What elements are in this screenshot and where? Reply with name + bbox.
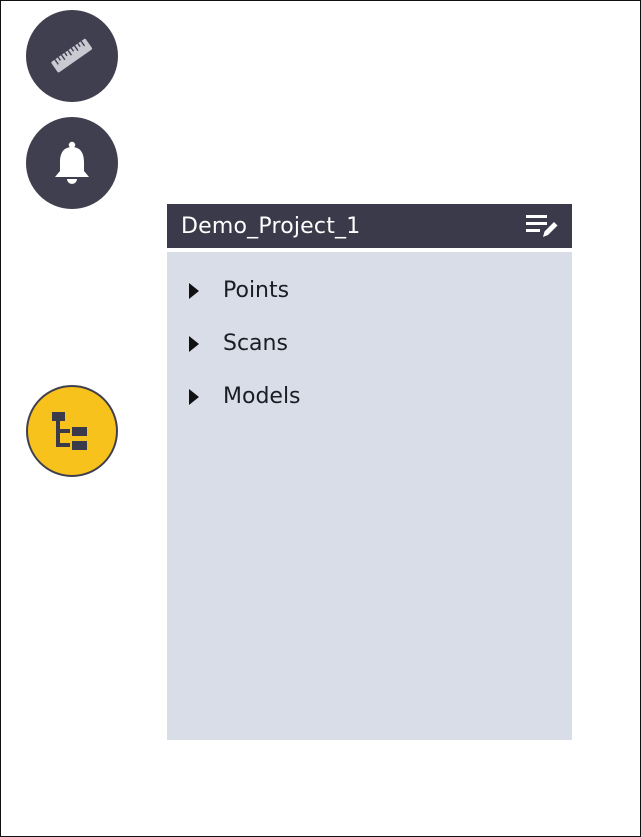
panel-header: Demo_Project_1	[167, 204, 572, 252]
tree-item-label: Scans	[223, 331, 288, 356]
edit-list-icon	[526, 215, 558, 237]
caret-right-icon	[189, 282, 203, 300]
tree-item-label: Points	[223, 278, 290, 303]
bell-icon	[55, 141, 89, 184]
tree-item-models[interactable]: Models	[167, 370, 572, 423]
tree-item-scans[interactable]: Scans	[167, 317, 572, 370]
measure-button[interactable]	[26, 10, 118, 102]
caret-right-icon	[189, 335, 203, 353]
tree-item-points[interactable]: Points	[167, 264, 572, 317]
edit-list-button[interactable]	[524, 208, 560, 244]
hierarchy-tree-icon	[52, 412, 87, 450]
project-tree: Points Scans Models	[167, 252, 572, 423]
project-tree-button[interactable]	[26, 385, 118, 477]
project-title: Demo_Project_1	[181, 213, 361, 239]
tree-item-label: Models	[223, 384, 301, 409]
caret-right-icon	[189, 388, 203, 406]
ruler-icon	[51, 38, 93, 73]
notifications-button[interactable]	[26, 117, 118, 209]
app-screen: Demo_Project_1 Points Scans Models	[0, 0, 641, 837]
project-panel: Demo_Project_1 Points Scans Models	[167, 204, 572, 740]
